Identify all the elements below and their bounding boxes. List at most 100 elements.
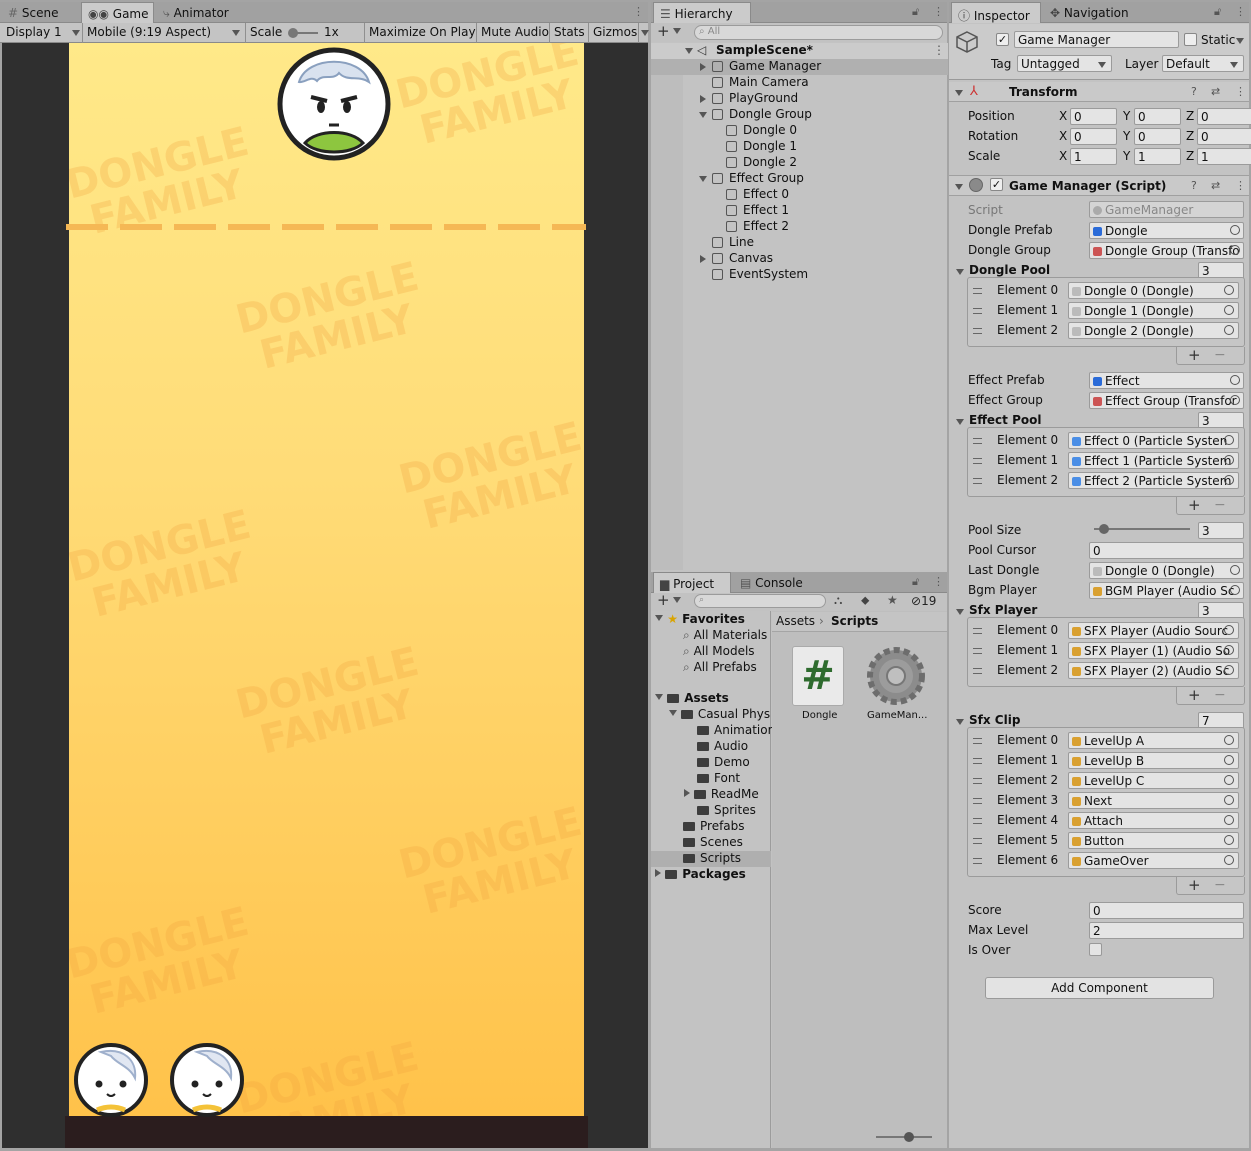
object-picker-icon[interactable]: [1224, 625, 1234, 635]
hierarchy-item-dongle-1[interactable]: Dongle 1: [651, 139, 948, 155]
object-picker-icon[interactable]: [1224, 285, 1234, 295]
hierarchy-search-input[interactable]: ⌕ All: [694, 25, 943, 40]
gizmos-button[interactable]: Gizmos: [593, 25, 637, 39]
favorite-item[interactable]: ⌕ All Models: [683, 644, 755, 659]
element-reference-field[interactable]: Effect 0 (Particle Systen: [1068, 432, 1239, 449]
favorite-item[interactable]: ⌕ All Materials: [683, 628, 767, 643]
display-dropdown[interactable]: Display 1: [6, 25, 81, 39]
is-over-checkbox[interactable]: [1089, 943, 1102, 956]
lock-icon[interactable]: 🔓︎: [912, 5, 919, 19]
object-picker-icon[interactable]: [1224, 435, 1234, 445]
transform-x-field[interactable]: 0: [1070, 108, 1117, 125]
lock-icon[interactable]: 🔓︎: [1214, 5, 1221, 19]
remove-element-button[interactable]: −: [1214, 687, 1226, 703]
hierarchy-item-dongle-group[interactable]: Dongle Group: [651, 107, 948, 123]
drag-handle-icon[interactable]: [973, 628, 982, 634]
collapse-arrow-icon[interactable]: [956, 419, 964, 425]
drag-handle-icon[interactable]: [973, 648, 982, 654]
tab-project[interactable]: ▆ Project: [653, 572, 731, 593]
object-picker-icon[interactable]: [1230, 565, 1240, 575]
element-reference-field[interactable]: SFX Player (Audio Sourc: [1068, 622, 1239, 639]
object-picker-icon[interactable]: [1230, 585, 1240, 595]
panel-menu-icon[interactable]: ⋮: [933, 575, 944, 588]
active-checkbox[interactable]: ✓: [996, 33, 1009, 46]
drag-handle-icon[interactable]: [973, 438, 982, 444]
drag-handle-icon[interactable]: [973, 288, 982, 294]
mute-audio-button[interactable]: Mute Audio: [481, 25, 549, 39]
transform-z-field[interactable]: 1: [1197, 148, 1251, 165]
folder-item[interactable]: ReadMe: [684, 787, 759, 801]
chevron-down-icon[interactable]: [1236, 38, 1244, 44]
hierarchy-item-dongle-2[interactable]: Dongle 2: [651, 155, 948, 171]
transform-z-field[interactable]: 0: [1197, 108, 1251, 125]
folder-item[interactable]: Audio: [697, 739, 748, 753]
help-icon[interactable]: ?: [1191, 85, 1197, 98]
breadcrumb-root[interactable]: Assets: [776, 614, 815, 628]
favorite-item[interactable]: ⌕ All Prefabs: [683, 660, 757, 675]
tab-scene[interactable]: # Scene: [8, 2, 78, 23]
hierarchy-item-canvas[interactable]: Canvas: [651, 251, 948, 267]
tag-dropdown[interactable]: Untagged: [1017, 55, 1112, 72]
assets-row[interactable]: Assets: [655, 691, 729, 705]
chevron-down-icon[interactable]: [641, 30, 649, 36]
object-picker-icon[interactable]: [1224, 735, 1234, 745]
object-picker-icon[interactable]: [1224, 855, 1234, 865]
object-reference-field[interactable]: Effect: [1089, 372, 1244, 389]
add-component-button[interactable]: Add Component: [985, 977, 1214, 999]
element-reference-field[interactable]: Effect 1 (Particle System: [1068, 452, 1239, 469]
object-picker-icon[interactable]: [1224, 325, 1234, 335]
hierarchy-item-main-camera[interactable]: Main Camera: [651, 75, 948, 91]
element-reference-field[interactable]: Button: [1068, 832, 1239, 849]
element-reference-field[interactable]: Next: [1068, 792, 1239, 809]
transform-y-field[interactable]: 0: [1134, 108, 1181, 125]
preset-icon[interactable]: ⇄: [1211, 85, 1220, 98]
folder-item[interactable]: Sprites: [697, 803, 756, 817]
search-by-type-icon[interactable]: ⛬: [834, 593, 842, 608]
component-menu-icon[interactable]: ⋮: [1235, 85, 1246, 98]
collapse-arrow-icon[interactable]: [955, 90, 963, 96]
drag-handle-icon[interactable]: [973, 308, 982, 314]
icon-size-slider-handle[interactable]: [904, 1132, 914, 1142]
drag-handle-icon[interactable]: [973, 778, 982, 784]
object-picker-icon[interactable]: [1224, 835, 1234, 845]
panel-menu-icon[interactable]: ⋮: [1235, 5, 1246, 18]
drag-handle-icon[interactable]: [973, 478, 982, 484]
object-reference-field[interactable]: Effect Group (Transfor: [1089, 392, 1244, 409]
collapse-arrow-icon[interactable]: [956, 719, 964, 725]
element-reference-field[interactable]: Effect 2 (Particle System: [1068, 472, 1239, 489]
remove-element-button[interactable]: −: [1214, 497, 1226, 513]
drag-handle-icon[interactable]: [973, 458, 982, 464]
object-reference-field[interactable]: Dongle: [1089, 222, 1244, 239]
transform-z-field[interactable]: 0: [1197, 128, 1251, 145]
add-element-button[interactable]: +: [1188, 346, 1201, 364]
aspect-dropdown[interactable]: Mobile (9:19 Aspect): [87, 25, 242, 39]
object-picker-icon[interactable]: [1224, 665, 1234, 675]
value-field[interactable]: 0: [1089, 902, 1244, 919]
object-picker-icon[interactable]: [1230, 395, 1240, 405]
game-panel-menu-icon[interactable]: ⋮: [633, 5, 644, 18]
element-reference-field[interactable]: GameOver: [1068, 852, 1239, 869]
object-picker-icon[interactable]: [1224, 475, 1234, 485]
element-reference-field[interactable]: LevelUp B: [1068, 752, 1239, 769]
favorites-row[interactable]: ★ Favorites: [655, 612, 745, 626]
object-reference-field[interactable]: BGM Player (Audio Sc: [1089, 582, 1244, 599]
hierarchy-item-eventsystem[interactable]: EventSystem: [651, 267, 948, 283]
object-picker-icon[interactable]: [1224, 775, 1234, 785]
element-reference-field[interactable]: Attach: [1068, 812, 1239, 829]
transform-y-field[interactable]: 1: [1134, 148, 1181, 165]
value-field[interactable]: 2: [1089, 922, 1244, 939]
hierarchy-item-effect-0[interactable]: Effect 0: [651, 187, 948, 203]
add-button[interactable]: +: [657, 24, 681, 39]
tab-inspector[interactable]: ⓘ Inspector: [951, 2, 1041, 23]
object-picker-icon[interactable]: [1224, 305, 1234, 315]
hierarchy-item-dongle-0[interactable]: Dongle 0: [651, 123, 948, 139]
folder-item[interactable]: Casual Phys: [669, 707, 770, 721]
pool-size-field[interactable]: 3: [1198, 522, 1244, 539]
element-reference-field[interactable]: SFX Player (1) (Audio So: [1068, 642, 1239, 659]
folder-item[interactable]: Animation: [697, 723, 775, 737]
object-picker-icon[interactable]: [1230, 245, 1240, 255]
tab-console[interactable]: ▤ Console: [740, 572, 820, 593]
remove-element-button[interactable]: −: [1214, 877, 1226, 893]
hierarchy-item-effect-1[interactable]: Effect 1: [651, 203, 948, 219]
drag-handle-icon[interactable]: [973, 758, 982, 764]
